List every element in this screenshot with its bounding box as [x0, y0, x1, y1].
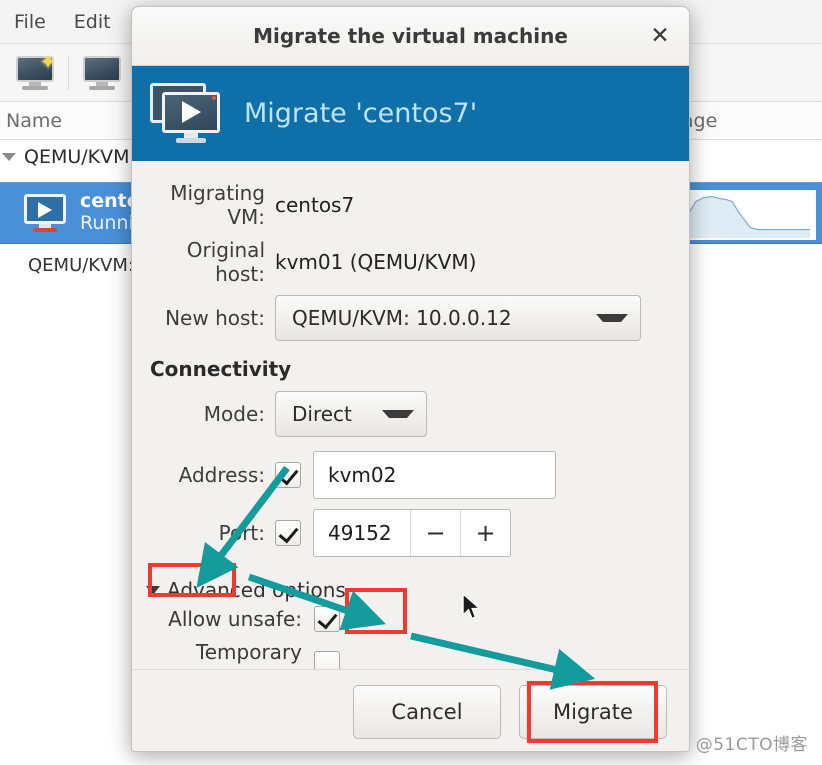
- watermark: @51CTO博客: [695, 735, 808, 755]
- new-host-selected-value: QEMU/KVM: 10.0.0.12: [292, 306, 512, 330]
- vm-running-icon: [22, 194, 68, 232]
- new-vm-icon: ✦: [14, 51, 57, 90]
- dialog-action-bar: Cancel Migrate: [132, 669, 689, 751]
- chevron-down-icon[interactable]: [2, 153, 16, 161]
- connectivity-section-title: Connectivity: [150, 357, 292, 381]
- address-input[interactable]: kvm02: [313, 451, 556, 499]
- advanced-options-label: Advanced options: [167, 578, 346, 602]
- open-vm-icon: [81, 55, 123, 90]
- migrate-vm-dialog: Migrate the virtual machine ✕ Migrate 'c…: [131, 6, 690, 752]
- port-stepper[interactable]: 49152 − +: [313, 509, 511, 557]
- mode-select[interactable]: Direct: [275, 391, 427, 437]
- close-icon[interactable]: ✕: [645, 21, 675, 51]
- migrate-button[interactable]: Migrate: [519, 684, 667, 739]
- mode-row: Mode: Direct: [132, 391, 689, 437]
- sparkline-svg: [681, 195, 810, 238]
- address-label: Address:: [178, 463, 265, 487]
- chevron-down-icon: [146, 585, 160, 595]
- new-vm-button[interactable]: ✦: [8, 49, 62, 97]
- allow-unsafe-label: Allow unsafe:: [168, 607, 302, 631]
- mode-label: Mode:: [203, 402, 265, 426]
- original-host-value: kvm01 (QEMU/KVM): [275, 250, 477, 274]
- migrating-vm-value: centos7: [275, 193, 355, 217]
- port-decrement-button[interactable]: −: [410, 510, 460, 556]
- dialog-title: Migrate the virtual machine: [253, 24, 568, 48]
- cpu-usage-sparkline: [678, 188, 818, 242]
- migrating-vm-row: Migrating VM: centos7: [132, 181, 689, 229]
- new-host-row: New host: QEMU/KVM: 10.0.0.12: [132, 295, 689, 341]
- address-checkbox[interactable]: [275, 462, 301, 488]
- original-host-row: Original host: kvm01 (QEMU/KVM): [132, 238, 689, 286]
- cancel-button[interactable]: Cancel: [353, 684, 501, 739]
- open-vm-button[interactable]: [75, 49, 129, 97]
- toolbar-separator: [68, 55, 69, 90]
- chevron-down-icon: [382, 410, 414, 418]
- dialog-body: Migrating VM: centos7 Original host: kvm…: [132, 161, 689, 751]
- dialog-banner: Migrate 'centos7': [132, 66, 689, 161]
- allow-unsafe-checkbox[interactable]: [314, 606, 340, 632]
- port-row: Port: 49152 − +: [132, 509, 689, 557]
- advanced-options-expander[interactable]: Advanced options: [146, 578, 346, 602]
- mode-selected-value: Direct: [292, 402, 352, 426]
- migrating-vm-label: Migrating VM:: [170, 181, 265, 229]
- vm-running-icon: [150, 82, 226, 145]
- new-host-select[interactable]: QEMU/KVM: 10.0.0.12: [275, 295, 641, 341]
- port-label: Port:: [218, 521, 265, 545]
- port-input[interactable]: 49152: [314, 510, 410, 556]
- new-host-label: New host:: [165, 306, 265, 330]
- banner-title: Migrate 'centos7': [244, 98, 478, 129]
- port-increment-button[interactable]: +: [460, 510, 510, 556]
- allow-unsafe-row: Allow unsafe:: [132, 606, 689, 632]
- menu-item-edit[interactable]: Edit: [60, 11, 125, 33]
- dialog-titlebar: Migrate the virtual machine ✕: [132, 7, 689, 66]
- original-host-label: Original host:: [186, 238, 265, 286]
- port-checkbox[interactable]: [275, 520, 301, 546]
- menu-item-file[interactable]: File: [0, 11, 60, 33]
- address-row: Address: kvm02: [132, 451, 689, 499]
- column-header-name[interactable]: Name: [2, 110, 62, 132]
- connection-label: QEMU/KVM: [24, 146, 130, 168]
- chevron-down-icon: [596, 314, 628, 322]
